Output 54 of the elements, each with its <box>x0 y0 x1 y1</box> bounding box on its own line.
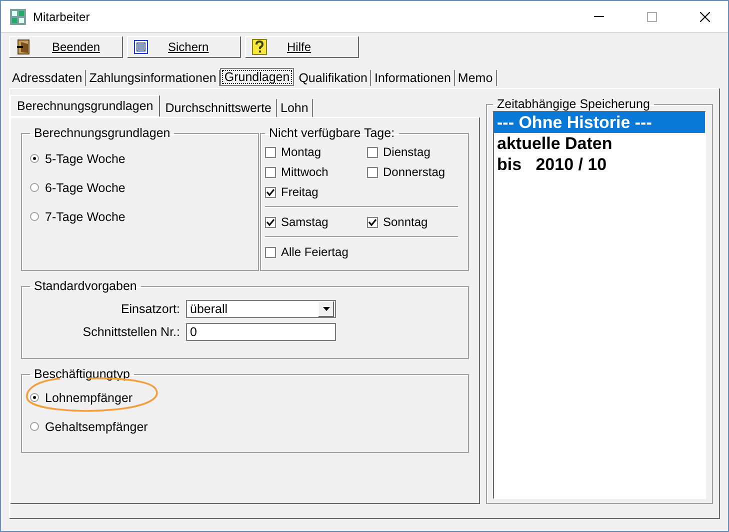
tab[interactable]: Durchschnittswerte <box>161 99 277 117</box>
checkbox[interactable] <box>265 166 276 178</box>
checkbox[interactable] <box>265 146 276 158</box>
tab[interactable]: Berechnungsgrundlagen <box>10 95 160 117</box>
group-title: Berechnungsgrundlagen <box>33 126 172 140</box>
field-label: Einsatzort: <box>120 302 180 316</box>
tab[interactable]: Lohn <box>276 99 314 117</box>
checkbox-label: Mittwoch <box>281 165 328 179</box>
door-icon <box>16 39 32 55</box>
window-title: Mitarbeiter <box>33 10 91 24</box>
checkbox-label: Dienstag <box>383 145 430 159</box>
radio-label: Gehaltsempfänger <box>45 420 148 434</box>
radio-button[interactable] <box>30 183 39 192</box>
radio-label: 6-Tage Woche <box>45 180 126 194</box>
list-item[interactable]: bis 2010 / 10 <box>494 154 705 175</box>
radio-button[interactable] <box>30 422 39 431</box>
checkbox[interactable] <box>265 216 276 228</box>
tab[interactable]: Grundlagen <box>220 68 294 86</box>
tab[interactable]: Memo <box>454 70 497 86</box>
checkbox-label: Freitag <box>281 185 318 199</box>
radio-button[interactable] <box>30 154 39 163</box>
toolbar-button[interactable]: Sichern <box>127 36 241 58</box>
radio-label: 5-Tage Woche <box>45 152 126 166</box>
checkbox-label: Montag <box>281 145 322 159</box>
radio-button[interactable] <box>30 212 39 221</box>
group-title: Beschäftigungtyp <box>33 367 131 381</box>
checkbox-label: Samstag <box>281 215 328 229</box>
dropdown-field[interactable]: überall <box>186 300 336 318</box>
help-icon <box>252 39 267 55</box>
checkbox[interactable] <box>367 216 378 228</box>
app-icon <box>10 8 26 24</box>
toolbar-button[interactable]: Hilfe <box>245 36 359 58</box>
field-label: Schnittstellen Nr.: <box>82 324 180 338</box>
checkbox-label: Alle Feiertag <box>281 245 348 259</box>
tab[interactable]: Informationen <box>371 70 455 86</box>
tab[interactable]: Adressdaten <box>9 70 86 86</box>
input-field[interactable]: 0 <box>186 322 336 340</box>
group-title: Nicht verfügbare Tage: <box>268 126 396 140</box>
checkbox[interactable] <box>265 246 276 258</box>
list-item[interactable]: --- Ohne Historie --- <box>494 112 705 133</box>
toolbar-button[interactable]: Beenden <box>9 36 123 58</box>
radio-button[interactable] <box>30 393 39 402</box>
group-title: Standardvorgaben <box>33 279 138 293</box>
checkbox[interactable] <box>367 166 378 178</box>
document-icon <box>134 40 148 54</box>
radio-label: 7-Tage Woche <box>45 210 126 224</box>
checkbox-label: Sonntag <box>383 215 428 229</box>
checkbox[interactable] <box>265 186 276 198</box>
checkbox[interactable] <box>367 146 378 158</box>
radio-label: Lohnempfänger <box>45 390 133 404</box>
tab[interactable]: Qualifikation <box>296 70 372 86</box>
list-item[interactable]: aktuelle Daten <box>494 133 705 154</box>
checkbox-label: Donnerstag <box>383 165 446 179</box>
group-title: Zeitabhängige Speicherung <box>496 97 651 111</box>
